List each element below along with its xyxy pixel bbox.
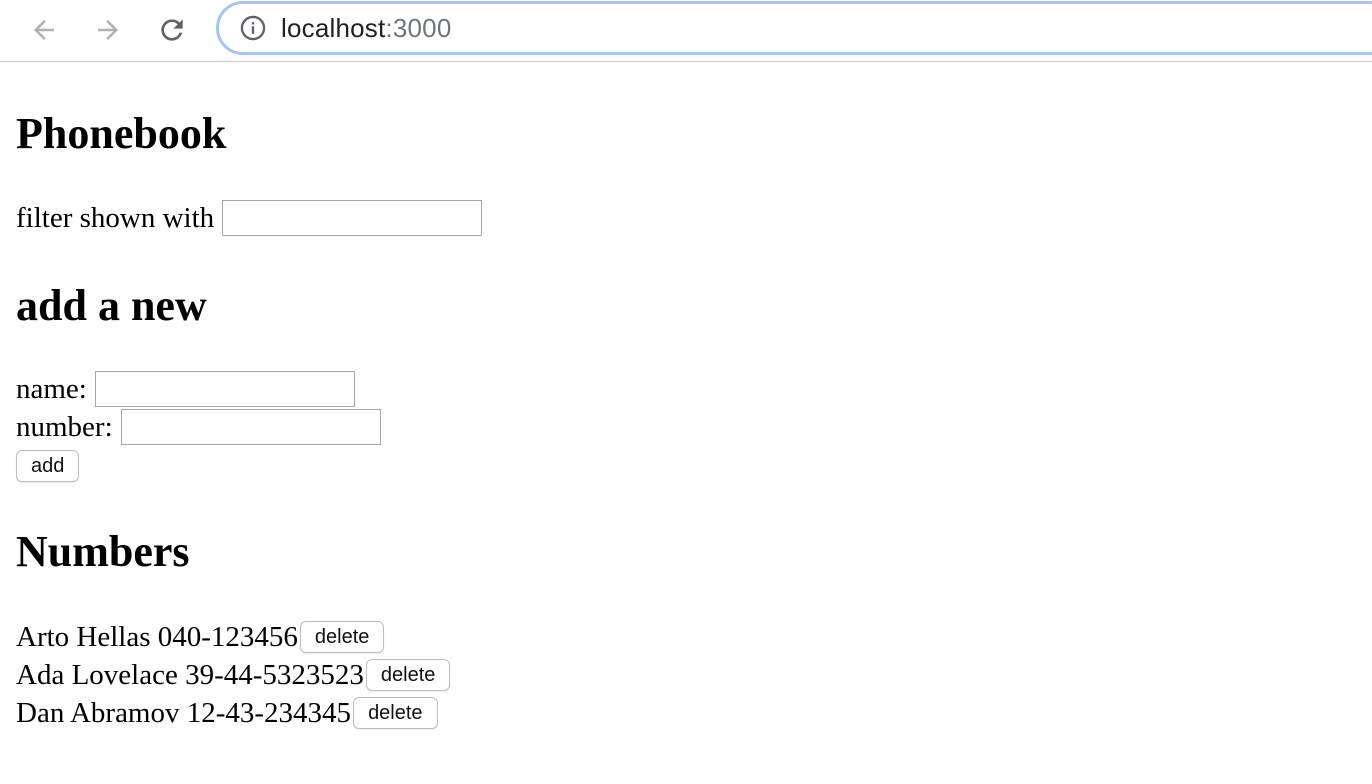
delete-button[interactable]: delete — [299, 621, 385, 653]
url-text: localhost:3000 — [281, 13, 452, 44]
name-input[interactable] — [94, 371, 355, 407]
page-content: Phonebook filter shown with add a new na… — [0, 62, 1372, 732]
filter-input[interactable] — [222, 200, 483, 236]
filter-row: filter shown with — [16, 200, 1372, 236]
name-row: name: — [16, 370, 1372, 408]
delete-button[interactable]: delete — [353, 697, 438, 729]
browser-toolbar: localhost:3000 — [0, 0, 1372, 62]
number-input[interactable] — [120, 409, 381, 445]
entry-text: Dan Abramov 12-43-234345 — [16, 696, 352, 729]
numbers-list: Arto Hellas 040-123456 delete Ada Lovela… — [16, 618, 1372, 732]
page-title: Phonebook — [16, 109, 227, 158]
list-item: Ada Lovelace 39-44-5323523 delete — [16, 656, 1372, 694]
list-item: Arto Hellas 040-123456 delete — [16, 618, 1372, 656]
back-arrow-icon — [34, 20, 54, 40]
info-icon[interactable] — [239, 14, 267, 42]
url-host: localhost — [281, 12, 386, 43]
name-label: name: — [16, 372, 87, 405]
numbers-heading: Numbers — [16, 527, 190, 576]
url-port: :3000 — [385, 12, 452, 43]
reload-button[interactable] — [154, 12, 190, 48]
number-row: number: — [16, 408, 1372, 446]
list-item: Dan Abramov 12-43-234345 delete — [16, 694, 1372, 732]
filter-label: filter shown with — [16, 201, 215, 234]
add-button[interactable]: add — [16, 450, 80, 482]
address-bar[interactable]: localhost:3000 — [216, 1, 1372, 55]
forward-arrow-icon — [98, 20, 118, 40]
reload-icon — [161, 19, 183, 41]
delete-button[interactable]: delete — [365, 659, 451, 691]
entry-text: Arto Hellas 040-123456 — [16, 620, 298, 653]
number-label: number: — [16, 410, 113, 443]
back-button[interactable] — [26, 12, 62, 48]
add-new-heading: add a new — [16, 281, 207, 330]
forward-button[interactable] — [90, 12, 126, 48]
entry-text: Ada Lovelace 39-44-5323523 — [16, 658, 364, 691]
